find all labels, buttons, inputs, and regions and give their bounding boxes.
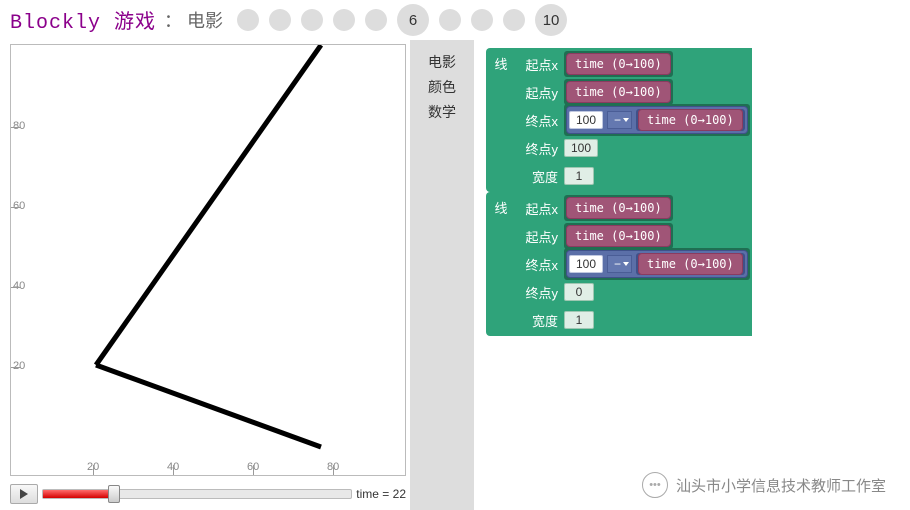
number-input[interactable]: 100: [569, 255, 603, 273]
block-body: 起点xtime (0→100) 起点ytime (0→100) 终点x100−t…: [516, 48, 752, 192]
level-dot[interactable]: [503, 9, 525, 31]
level-dot[interactable]: [301, 9, 323, 31]
wechat-icon: •••: [642, 472, 668, 498]
math-slot[interactable]: time (0→100): [636, 109, 745, 131]
toolbox-item-color[interactable]: 颜色: [414, 75, 470, 100]
level-dot[interactable]: [439, 9, 461, 31]
level-last[interactable]: 10: [535, 4, 567, 36]
slider-fill: [43, 490, 111, 498]
level-dots: 6 10: [237, 4, 567, 36]
field-label: 起点y: [516, 227, 560, 246]
time-block[interactable]: time (0→100): [566, 225, 671, 247]
number-input[interactable]: 100: [569, 111, 603, 129]
time-block[interactable]: time (0→100): [566, 53, 671, 75]
field-label: 起点y: [516, 83, 560, 102]
main: 80 60 40 20 20 40 60 80: [0, 40, 910, 510]
slider-thumb[interactable]: [108, 485, 120, 503]
level-current[interactable]: 6: [397, 4, 429, 36]
number-input[interactable]: 0: [564, 283, 594, 301]
math-slot[interactable]: time (0→100): [636, 253, 745, 275]
time-block[interactable]: time (0→100): [638, 253, 743, 275]
level-dot[interactable]: [333, 9, 355, 31]
field-label: 起点x: [516, 55, 560, 74]
field-label: 起点x: [516, 199, 560, 218]
math-block[interactable]: 100−time (0→100): [566, 106, 748, 134]
math-block[interactable]: 100−time (0→100): [566, 250, 748, 278]
line-block[interactable]: 线 起点x time (0→100) 起点y time (0→100) 终点x 100…: [486, 192, 910, 336]
input-slot[interactable]: time (0→100): [564, 79, 673, 105]
op-dropdown[interactable]: −: [607, 255, 632, 273]
title-sep: ： 电影: [164, 7, 223, 33]
workspace[interactable]: 线 起点xtime (0→100) 起点ytime (0→100) 终点x100…: [474, 40, 910, 510]
block-title: 线: [486, 192, 516, 336]
level-dot[interactable]: [365, 9, 387, 31]
block-body: 起点xtime (0→100) 起点ytime (0→100) 终点x100−t…: [516, 192, 752, 336]
app-name: Blockly 游戏: [10, 5, 156, 35]
level-dot[interactable]: [237, 9, 259, 31]
watermark-text: 汕头市小学信息技术教师工作室: [676, 475, 886, 496]
toolbox-item-math[interactable]: 数学: [414, 100, 470, 125]
number-input[interactable]: 1: [564, 167, 594, 185]
number-input[interactable]: 100: [564, 139, 598, 157]
time-label: time = 22: [356, 487, 406, 501]
header: Blockly 游戏 ： 电影 6 10: [0, 0, 910, 40]
preview-pane: 80 60 40 20 20 40 60 80: [0, 40, 410, 510]
canvas: 80 60 40 20 20 40 60 80: [10, 44, 406, 476]
level-dot[interactable]: [269, 9, 291, 31]
draw-lines: [11, 45, 405, 475]
number-input[interactable]: 1: [564, 311, 594, 329]
field-label: 终点x: [516, 255, 560, 274]
input-slot[interactable]: time (0→100): [564, 195, 673, 221]
field-label: 终点y: [516, 139, 560, 158]
time-block[interactable]: time (0→100): [638, 109, 743, 131]
playbar: time = 22: [10, 482, 406, 506]
toolbox: 电影 颜色 数学: [410, 40, 474, 510]
play-icon: [19, 489, 29, 499]
watermark: ••• 汕头市小学信息技术教师工作室: [642, 472, 886, 498]
input-slot[interactable]: time (0→100): [564, 51, 673, 77]
field-label: 宽度: [516, 167, 560, 186]
time-block[interactable]: time (0→100): [566, 81, 671, 103]
input-slot[interactable]: 100−time (0→100): [564, 248, 750, 280]
play-button[interactable]: [10, 484, 38, 504]
level-dot[interactable]: [471, 9, 493, 31]
field-label: 终点x: [516, 111, 560, 130]
op-dropdown[interactable]: −: [607, 111, 632, 129]
field-label: 终点y: [516, 283, 560, 302]
time-block[interactable]: time (0→100): [566, 197, 671, 219]
toolbox-item-movie[interactable]: 电影: [414, 50, 470, 75]
input-slot[interactable]: time (0→100): [564, 223, 673, 249]
line-block[interactable]: 线 起点xtime (0→100) 起点ytime (0→100) 终点x100…: [486, 48, 910, 192]
time-slider[interactable]: [42, 489, 352, 499]
field-label: 宽度: [516, 311, 560, 330]
input-slot[interactable]: 100−time (0→100): [564, 104, 750, 136]
block-title: 线: [486, 48, 516, 192]
